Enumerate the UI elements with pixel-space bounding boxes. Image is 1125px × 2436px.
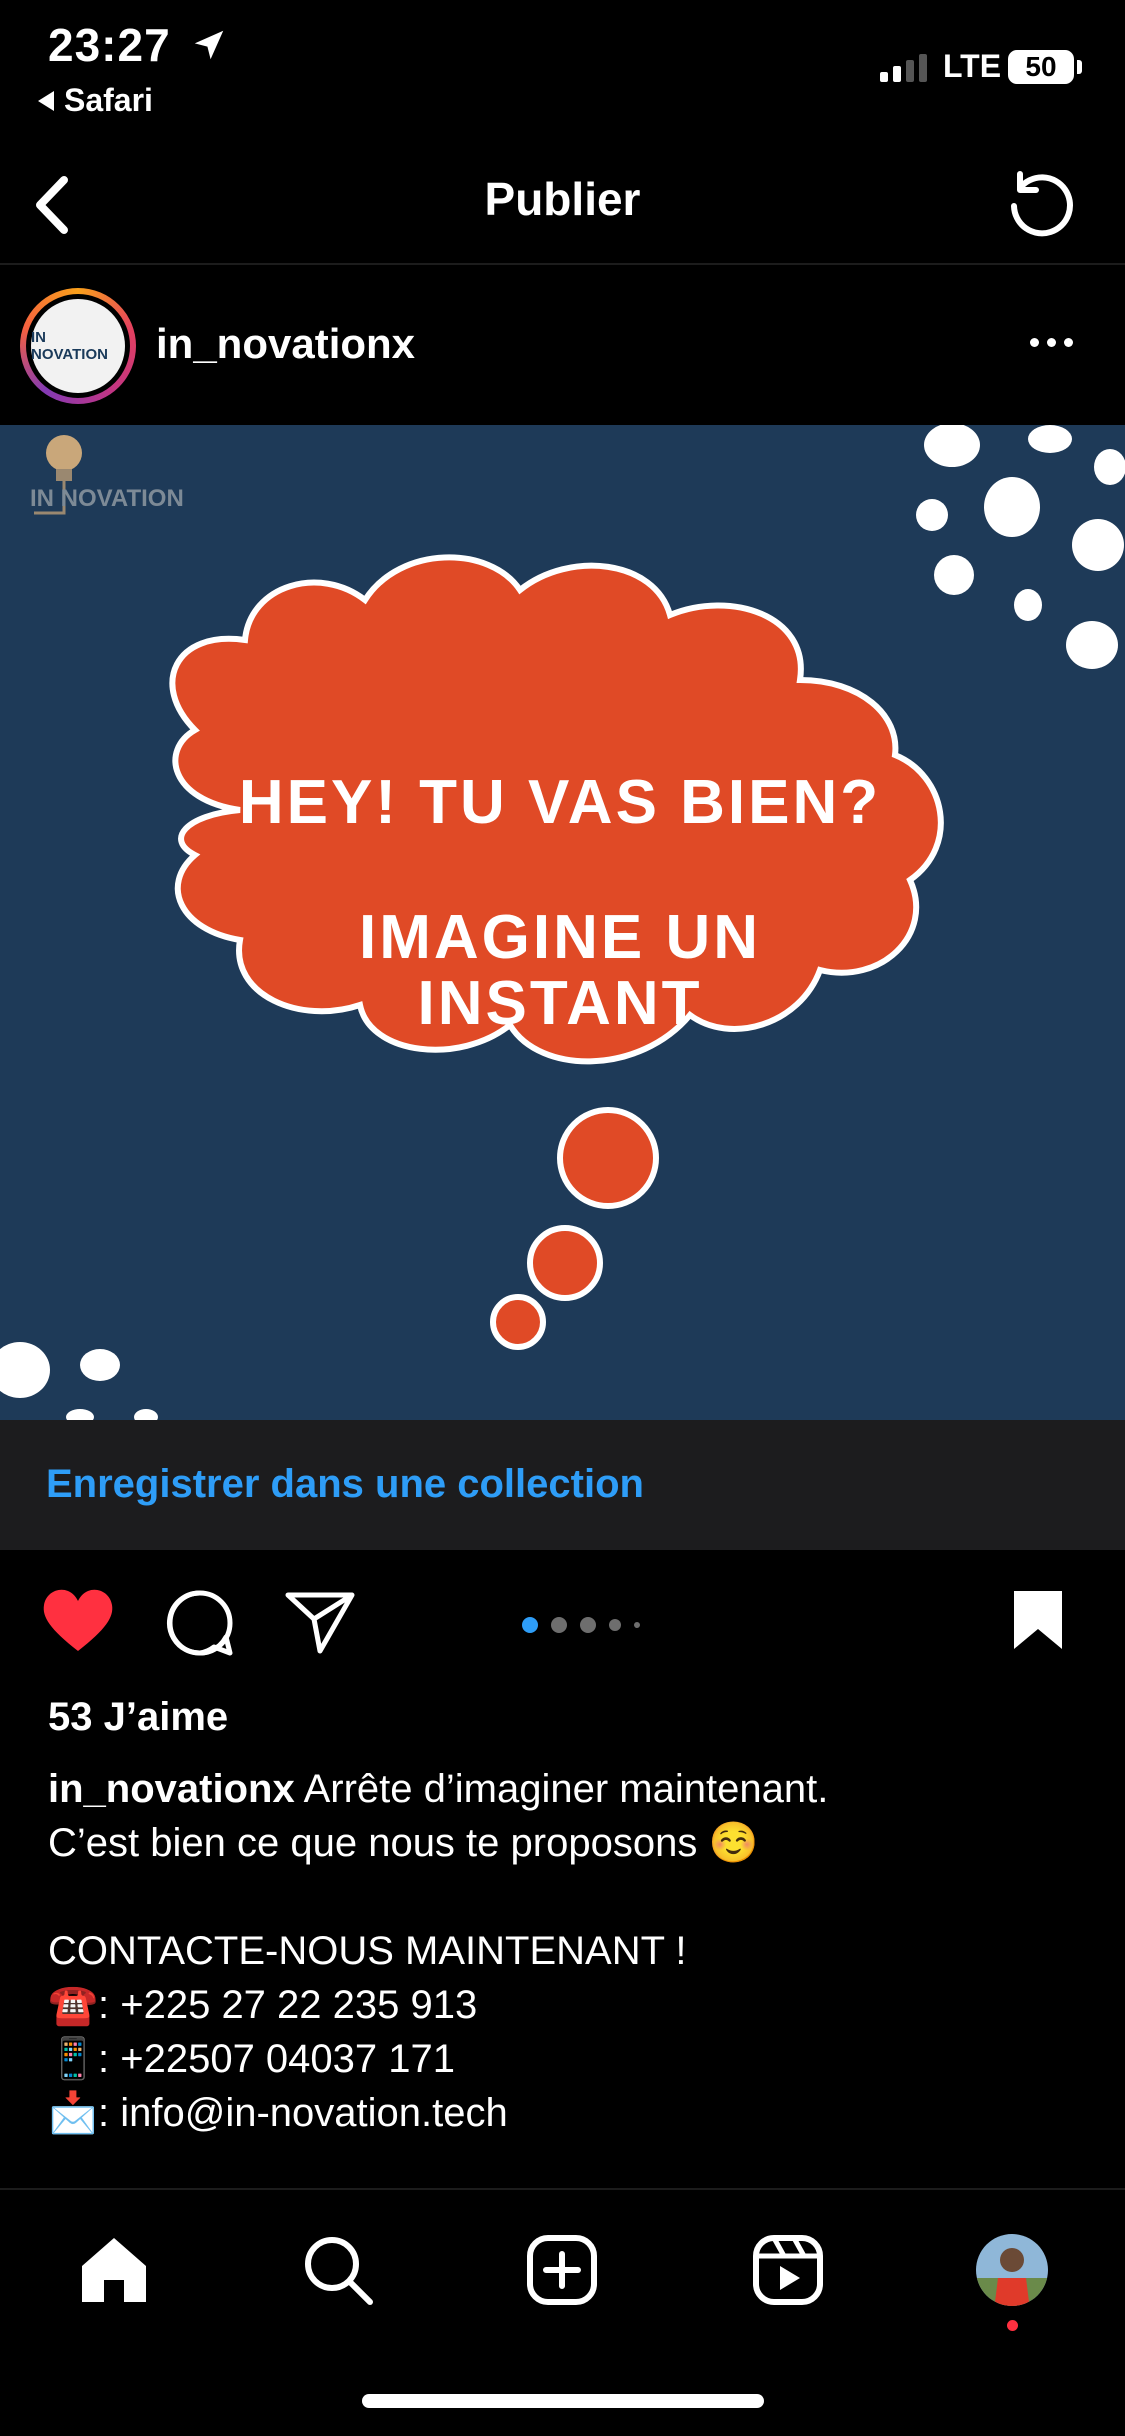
heart-icon[interactable] bbox=[40, 1587, 116, 1655]
status-time: 23:27 bbox=[48, 19, 171, 71]
contact-phone-2: 📱: +22507 04037 171 bbox=[48, 2032, 1088, 2086]
cloud-line-1: HEY! TU VAS BIEN? bbox=[238, 768, 882, 837]
post-username[interactable]: in_novationx bbox=[156, 320, 415, 368]
back-triangle-icon bbox=[38, 90, 54, 111]
back-app-label: Safari bbox=[64, 82, 153, 118]
post-header: IN NOVATION in_novationx bbox=[0, 268, 1125, 423]
smile-emoji: ☺️ bbox=[708, 1821, 759, 1865]
thought-bubble-medium bbox=[527, 1225, 603, 1301]
nav-header: Publier bbox=[0, 140, 1125, 265]
cell-signal-icon bbox=[880, 52, 927, 82]
thought-bubble-small bbox=[490, 1294, 546, 1350]
caption-username[interactable]: in_novationx bbox=[48, 1767, 295, 1811]
save-collection-banner: Enregistrer dans une collection bbox=[0, 1420, 1125, 1550]
avatar: IN NOVATION bbox=[31, 299, 125, 393]
caption-text-1: Arrête d’imaginer maintenant. bbox=[303, 1767, 829, 1811]
home-indicator[interactable] bbox=[362, 2394, 764, 2408]
mobile-phone-icon: 📱 bbox=[48, 2037, 98, 2081]
contact-email: 📩: info@in-novation.tech bbox=[48, 2086, 1088, 2140]
network-type: LTE bbox=[943, 48, 1002, 84]
telephone-icon: ☎️ bbox=[48, 1983, 98, 2027]
reels-icon[interactable] bbox=[748, 2230, 828, 2310]
post-caption: in_novationx Arrête d’imaginer maintenan… bbox=[48, 1762, 1088, 2140]
carousel-indicator bbox=[522, 1617, 640, 1633]
share-icon[interactable] bbox=[284, 1587, 356, 1655]
cloud-line-2: IMAGINE UN bbox=[359, 903, 761, 972]
cloud-line-3: INSTANT bbox=[417, 969, 703, 1038]
brand-watermark: IN NOVATION bbox=[30, 485, 184, 512]
profile-photo bbox=[976, 2234, 1048, 2306]
contact-phone-1: ☎️: +225 27 22 235 913 bbox=[48, 1978, 1088, 2032]
battery-indicator: 50 bbox=[1008, 50, 1074, 84]
refresh-icon[interactable] bbox=[1000, 162, 1080, 242]
battery-tip bbox=[1077, 60, 1082, 74]
thought-bubble-large bbox=[557, 1107, 659, 1209]
notification-dot bbox=[1007, 2320, 1018, 2331]
more-options-icon[interactable] bbox=[1030, 338, 1073, 347]
location-arrow-icon bbox=[194, 30, 224, 60]
caption-text-2: C’est bien ce que nous te proposons bbox=[48, 1821, 698, 1865]
likes-count[interactable]: 53 J’aime bbox=[48, 1695, 228, 1740]
home-icon[interactable] bbox=[74, 2230, 154, 2310]
contact-title: CONTACTE-NOUS MAINTENANT ! bbox=[48, 1929, 687, 1973]
status-bar: 23:27 Safari LTE 50 bbox=[0, 0, 1125, 130]
search-icon[interactable] bbox=[298, 2230, 378, 2310]
profile-avatar[interactable] bbox=[972, 2230, 1052, 2310]
save-to-collection-link[interactable]: Enregistrer dans une collection bbox=[46, 1462, 644, 1507]
post-actions bbox=[0, 1565, 1125, 1675]
post-image[interactable]: IN NOVATION HEY! TU VAS BIEN? IMAGINE UN… bbox=[0, 425, 1125, 1420]
comment-icon[interactable] bbox=[164, 1587, 236, 1659]
story-ring[interactable]: IN NOVATION bbox=[20, 288, 136, 404]
page-title: Publier bbox=[484, 173, 641, 225]
bookmark-icon[interactable] bbox=[1010, 1587, 1066, 1653]
back-to-safari-link[interactable]: Safari bbox=[38, 82, 153, 119]
create-post-icon[interactable] bbox=[522, 2230, 602, 2310]
envelope-icon: 📩 bbox=[48, 2091, 98, 2135]
